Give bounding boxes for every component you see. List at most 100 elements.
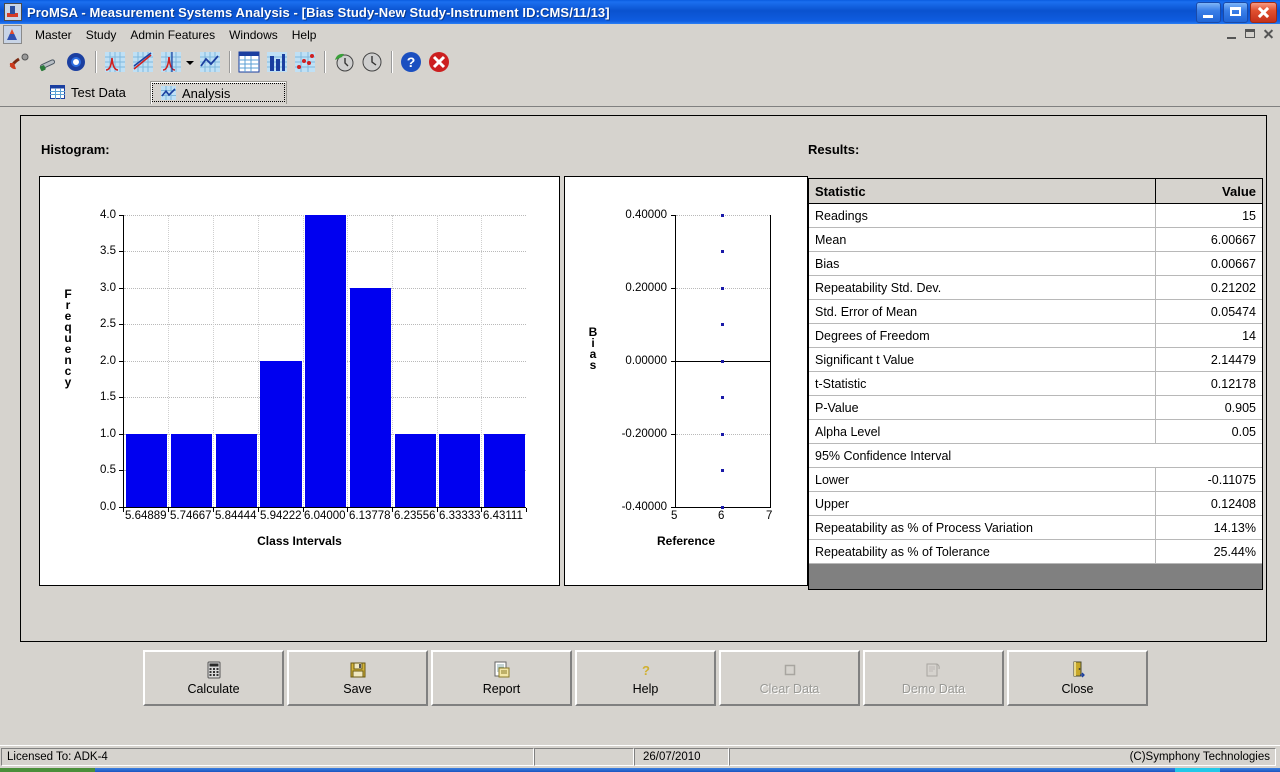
mdi-close-button[interactable] [1261,27,1276,41]
window-minimize-button[interactable] [1196,2,1221,23]
svg-text:?: ? [407,54,416,70]
chart-icon [161,86,176,100]
table-row[interactable]: Mean 6.00667 [809,227,1262,252]
demo-data-button[interactable]: Demo Data [863,650,1004,706]
close-button[interactable]: Close [1007,650,1148,706]
table-row[interactable]: Repeatability as % of Tolerance 25.44% [809,539,1262,564]
report-document-icon [493,661,511,679]
table-cell-statistic: Std. Error of Mean [809,299,1156,324]
scatter-y-axis-title: Bias [588,325,598,372]
menu-help[interactable]: Help [285,26,324,44]
close-button-label: Close [1061,681,1094,696]
mdi-minimize-button[interactable] [1225,27,1240,41]
caliper-icon[interactable] [36,50,60,74]
status-licensed-to: Licensed To: ADK-4 [1,748,534,766]
table-row[interactable]: 95% Confidence Interval [809,443,1262,468]
exit-icon[interactable] [427,50,451,74]
magnet-icon[interactable] [64,50,88,74]
menu-windows[interactable]: Windows [222,26,285,44]
table-row[interactable]: Degrees of Freedom 14 [809,323,1262,348]
hist-ytick-2p5: 2.5 [100,318,116,330]
data-grid-icon[interactable] [237,50,261,74]
table-row[interactable]: Lower -0.11075 [809,467,1262,492]
chart-dropdown-arrow-icon[interactable] [185,51,194,73]
bar-chart-icon[interactable] [265,50,289,74]
hist-ytick-1: 1.0 [100,428,116,440]
tab-test-data[interactable]: Test Data [40,81,153,103]
analysis-panel: Histogram: Results: 4.0 3.5 3.0 2.5 2.0 … [20,115,1267,642]
table-cell-value: 0.905 [1155,395,1262,420]
normal-curve-chart-icon[interactable] [103,50,127,74]
mdi-restore-button[interactable] [1243,27,1258,41]
table-cell-statistic: Degrees of Freedom [809,323,1156,348]
window-maximize-button[interactable] [1223,2,1248,23]
results-table[interactable]: Statistic Value Readings 15 Mean 6.00667 Bia… [808,178,1263,590]
table-row[interactable]: P-Value 0.905 [809,395,1262,420]
table-row[interactable]: Repeatability as % of Process Variation 1… [809,515,1262,540]
status-date: 26/07/2010 [634,748,729,766]
table-row[interactable]: Alpha Level 0.05 [809,419,1262,444]
tab-analysis[interactable]: Analysis [150,81,287,104]
table-row[interactable]: Std. Error of Mean 0.05474 [809,299,1262,324]
scatter-point [721,396,724,399]
regression-chart-icon[interactable] [131,50,155,74]
hist-ytick-3p5: 3.5 [100,245,116,257]
histogram-bar [305,215,346,507]
table-row[interactable]: Repeatability Std. Dev. 0.21202 [809,275,1262,300]
trend-chart-icon[interactable] [198,50,222,74]
bias-scatter-chart: 0.40000 0.20000 0.00000 -0.20000 -0.4000… [564,176,808,586]
histogram-bar [350,288,391,507]
hist-ytick-0: 0.0 [100,501,116,513]
calculator-icon [205,661,223,679]
scatter-xtick: 7 [766,510,773,522]
question-mark-icon: ? [637,661,655,679]
table-row[interactable]: Bias 0.00667 [809,251,1262,276]
hist-xtick: 6.04000 [304,510,346,522]
application-window: ProMSA - Measurement Systems Analysis - … [0,0,1280,772]
table-row[interactable]: Readings 15 [809,203,1262,228]
table-row[interactable]: Significant t Value 2.14479 [809,347,1262,372]
help-icon[interactable]: ? [399,50,423,74]
table-cell-statistic: P-Value [809,395,1156,420]
table-cell-statistic: Upper [809,491,1156,516]
hist-xtick: 6.13778 [349,510,391,522]
tab-test-data-label: Test Data [71,84,126,100]
histogram-bar [126,434,167,507]
hist-ytick-2: 2.0 [100,355,116,367]
promsa-app-icon[interactable] [4,3,22,21]
status-copyright: (C)Symphony Technologies [729,748,1276,766]
table-cell-statistic: Repeatability as % of Process Variation [809,515,1156,540]
tool-bar: ? [0,45,1280,79]
help-button-label: Help [632,681,659,696]
window-close-button[interactable] [1250,2,1277,23]
menu-study[interactable]: Study [79,26,124,44]
menu-master[interactable]: Master [28,26,79,44]
table-row[interactable]: Upper 0.12408 [809,491,1262,516]
table-cell-value: 0.12178 [1155,371,1262,396]
table-cell-value: 0.00667 [1155,251,1262,276]
column-header-statistic[interactable]: Statistic [809,179,1156,204]
status-spacer [534,748,634,766]
calculate-button[interactable]: Calculate [143,650,284,706]
scatter-chart-icon[interactable] [293,50,317,74]
taskbar-strip [0,768,1280,772]
hist-ytick-3: 3.0 [100,282,116,294]
results-section-label: Results: [808,142,860,157]
column-header-value[interactable]: Value [1155,179,1262,204]
help-button[interactable]: ? Help [575,650,716,706]
menu-admin-features[interactable]: Admin Features [123,26,222,44]
report-button[interactable]: Report [431,650,572,706]
table-cell-statistic: Repeatability as % of Tolerance [809,539,1156,564]
clear-data-button[interactable]: Clear Data [719,650,860,706]
table-cell-statistic: Repeatability Std. Dev. [809,275,1156,300]
report-button-label: Report [482,681,521,696]
undo-clock-icon[interactable] [332,50,356,74]
calculate-button-label: Calculate [187,681,240,696]
scatter-ytick-0: 0.00000 [625,355,667,367]
capability-chart-icon[interactable] [159,50,183,74]
gauge-tool-icon[interactable] [8,50,32,74]
save-button[interactable]: Save [287,650,428,706]
clock-icon[interactable] [360,50,384,74]
histogram-bar [439,434,480,507]
table-row[interactable]: t-Statistic 0.12178 [809,371,1262,396]
